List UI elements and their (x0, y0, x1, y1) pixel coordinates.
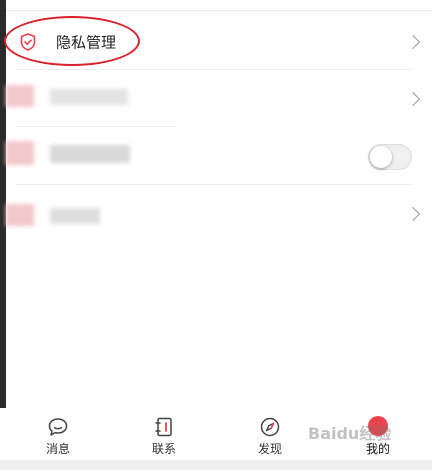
tab-contacts[interactable]: 联系 (134, 408, 194, 460)
chevron-right-icon (405, 34, 421, 50)
top-divider (6, 10, 432, 11)
chevron-right-icon (405, 91, 421, 107)
baidu-watermark: Baidu经验 (308, 424, 392, 443)
toggle-knob (370, 146, 392, 168)
chat-bubble-icon (48, 418, 68, 436)
blurred-label (50, 208, 100, 224)
row-divider (16, 69, 414, 70)
blurred-icon (6, 85, 34, 107)
red-circle-annotation (4, 16, 140, 66)
blurred-menu-row[interactable] (6, 71, 432, 127)
blurred-icon (6, 204, 34, 226)
tab-discover-label: 发现 (257, 442, 282, 456)
blurred-icon (6, 141, 34, 165)
blurred-label (50, 89, 128, 105)
blurred-label (50, 145, 130, 163)
tab-contacts-label: 联系 (151, 442, 176, 456)
blurred-toggle-row[interactable] (6, 129, 432, 185)
blurred-menu-row[interactable] (6, 186, 432, 242)
tab-messages[interactable]: 消息 (28, 408, 88, 460)
row-divider (16, 126, 176, 127)
toggle-switch[interactable] (368, 144, 412, 170)
chevron-right-icon (405, 206, 421, 222)
tab-messages-label: 消息 (45, 442, 70, 456)
row-divider (16, 184, 414, 185)
contacts-book-icon (155, 417, 172, 437)
tab-discover[interactable]: 发现 (240, 408, 300, 460)
bottom-strip (0, 460, 432, 470)
compass-icon (260, 417, 280, 437)
